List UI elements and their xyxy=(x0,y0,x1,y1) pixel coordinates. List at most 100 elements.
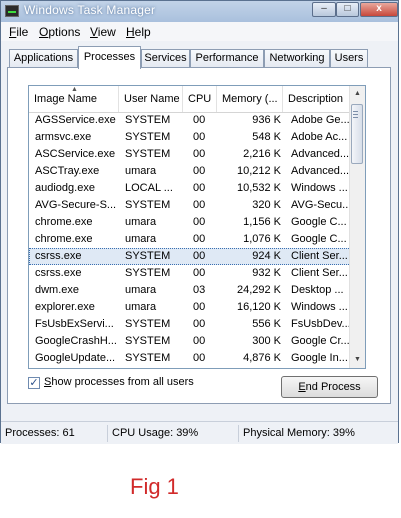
cell-user: umara xyxy=(125,284,157,296)
cell-cpu: 00 xyxy=(193,216,206,228)
scroll-down-icon[interactable]: ▼ xyxy=(350,352,365,368)
vertical-scrollbar[interactable]: ▲ ▼ xyxy=(349,86,365,368)
task-manager-icon xyxy=(5,5,19,17)
figure-caption: Fig 1 xyxy=(130,474,179,499)
column-user-name[interactable]: User Name xyxy=(119,86,183,112)
table-row[interactable]: csrss.exe SYSTEM 00 924 K Client Ser... xyxy=(29,248,365,265)
table-row[interactable]: dwm.exe umara 03 24,292 K Desktop ... xyxy=(29,282,365,299)
cell-image: GoogleUpdate... xyxy=(35,352,116,364)
tab-users[interactable]: Users xyxy=(330,49,368,68)
cell-mem: 4,876 K xyxy=(243,352,281,364)
tab-services[interactable]: Services xyxy=(141,49,190,68)
minimize-button[interactable]: – xyxy=(312,2,336,17)
table-row[interactable]: explorer.exe umara 00 16,120 K Windows ... xyxy=(29,299,365,316)
cell-mem: 1,156 K xyxy=(243,216,281,228)
cell-user: SYSTEM xyxy=(125,199,171,211)
cell-user: SYSTEM xyxy=(125,318,171,330)
cell-mem: 10,532 K xyxy=(236,182,281,194)
table-row[interactable]: GoogleUpdate... SYSTEM 00 4,876 K Google In.… xyxy=(29,350,365,367)
show-all-users-checkbox[interactable]: ✓ xyxy=(28,377,40,389)
scroll-grip-icon xyxy=(353,111,358,119)
menu-bar: File Options View Help xyxy=(1,22,398,41)
menu-view[interactable]: View xyxy=(90,25,116,39)
cell-image: explorer.exe xyxy=(35,301,95,313)
menu-help[interactable]: Help xyxy=(126,25,151,39)
title-bar[interactable]: Windows Task Manager – □ x xyxy=(1,1,398,22)
cell-user: SYSTEM xyxy=(125,352,171,364)
cell-mem: 320 K xyxy=(252,199,281,211)
cell-image: csrss.exe xyxy=(35,267,82,279)
cell-desc: Advanced... xyxy=(291,148,350,160)
cell-image: csrss.exe xyxy=(35,250,82,262)
cell-cpu: 00 xyxy=(193,165,206,177)
cell-mem: 924 K xyxy=(252,250,281,262)
cell-user: SYSTEM xyxy=(125,250,171,262)
maximize-button[interactable]: □ xyxy=(336,2,359,17)
cell-mem: 10,212 K xyxy=(236,165,281,177)
column-description[interactable]: Description xyxy=(283,86,351,112)
table-row[interactable]: AVG-Secure-S... SYSTEM 00 320 K AVG-Secu... xyxy=(29,197,365,214)
table-row[interactable]: AGSService.exe SYSTEM 00 936 K Adobe Ge... xyxy=(29,112,365,129)
cell-image: armsvc.exe xyxy=(35,131,92,143)
cell-desc: Client Ser... xyxy=(291,250,348,262)
cell-desc: Google Cr... xyxy=(291,335,350,347)
cell-cpu: 00 xyxy=(193,250,206,262)
column-image-name[interactable]: ▲ Image Name xyxy=(29,86,119,112)
cell-desc: AVG-Secu... xyxy=(291,199,352,211)
tab-performance[interactable]: Performance xyxy=(190,49,264,68)
cell-desc: Adobe Ge... xyxy=(291,114,350,126)
cell-user: umara xyxy=(125,301,157,313)
table-row[interactable]: ASCTray.exe umara 00 10,212 K Advanced... xyxy=(29,163,365,180)
process-rows: AGSService.exe SYSTEM 00 936 K Adobe Ge... ar… xyxy=(29,112,365,367)
table-row[interactable]: chrome.exe umara 00 1,156 K Google C... xyxy=(29,214,365,231)
table-row[interactable]: FsUsbExServi... SYSTEM 00 556 K FsUsbDev... xyxy=(29,316,365,333)
table-row[interactable]: chrome.exe umara 00 1,076 K Google C... xyxy=(29,231,365,248)
cell-mem: 556 K xyxy=(252,318,281,330)
cell-cpu: 00 xyxy=(193,352,206,364)
cell-image: AGSService.exe xyxy=(35,114,116,126)
scroll-up-icon[interactable]: ▲ xyxy=(350,86,365,102)
cell-image: chrome.exe xyxy=(35,216,93,228)
cell-desc: Google In... xyxy=(291,352,348,364)
end-process-button[interactable]: End Process xyxy=(281,376,378,398)
cell-user: LOCAL ... xyxy=(125,182,173,194)
cell-mem: 936 K xyxy=(252,114,281,126)
cell-cpu: 00 xyxy=(193,233,206,245)
cell-image: dwm.exe xyxy=(35,284,80,296)
cell-cpu: 00 xyxy=(193,182,206,194)
cell-cpu: 00 xyxy=(193,318,206,330)
cell-cpu: 03 xyxy=(193,284,206,296)
cell-image: audiodg.exe xyxy=(35,182,95,194)
status-cpu-usage: CPU Usage: 39% xyxy=(107,425,237,442)
cell-cpu: 00 xyxy=(193,131,206,143)
cell-user: SYSTEM xyxy=(125,335,171,347)
menu-options[interactable]: Options xyxy=(39,25,80,39)
cell-desc: Google C... xyxy=(291,233,347,245)
column-cpu[interactable]: CPU xyxy=(183,86,217,112)
cell-mem: 16,120 K xyxy=(236,301,281,313)
table-row[interactable]: GoogleCrashH... SYSTEM 00 300 K Google Cr... xyxy=(29,333,365,350)
table-row[interactable]: audiodg.exe LOCAL ... 00 10,532 K Windows ..… xyxy=(29,180,365,197)
status-bar: Processes: 61 CPU Usage: 39% Physical Me… xyxy=(1,421,398,444)
close-button[interactable]: x xyxy=(360,2,398,17)
window-title: Windows Task Manager xyxy=(24,3,156,17)
menu-file[interactable]: File xyxy=(9,25,28,39)
cell-user: SYSTEM xyxy=(125,131,171,143)
status-processes: Processes: 61 xyxy=(5,427,75,439)
status-physical-memory: Physical Memory: 39% xyxy=(238,425,398,442)
table-row[interactable]: armsvc.exe SYSTEM 00 548 K Adobe Ac... xyxy=(29,129,365,146)
cell-image: ASCService.exe xyxy=(35,148,116,160)
tab-applications[interactable]: Applications xyxy=(9,49,78,68)
column-memory[interactable]: Memory (... xyxy=(217,86,283,112)
tab-processes[interactable]: Processes xyxy=(78,46,141,69)
table-row[interactable]: csrss.exe SYSTEM 00 932 K Client Ser... xyxy=(29,265,365,282)
cell-image: chrome.exe xyxy=(35,233,93,245)
table-row[interactable]: ASCService.exe SYSTEM 00 2,216 K Advanced... xyxy=(29,146,365,163)
task-manager-window: Windows Task Manager – □ x File Options … xyxy=(0,0,399,444)
process-list[interactable]: ▲ Image Name User Name CPU Memory (... D… xyxy=(28,85,366,369)
cell-desc: Windows ... xyxy=(291,182,348,194)
cell-desc: Windows ... xyxy=(291,301,348,313)
cell-user: SYSTEM xyxy=(125,114,171,126)
tab-networking[interactable]: Networking xyxy=(264,49,330,68)
cell-cpu: 00 xyxy=(193,199,206,211)
